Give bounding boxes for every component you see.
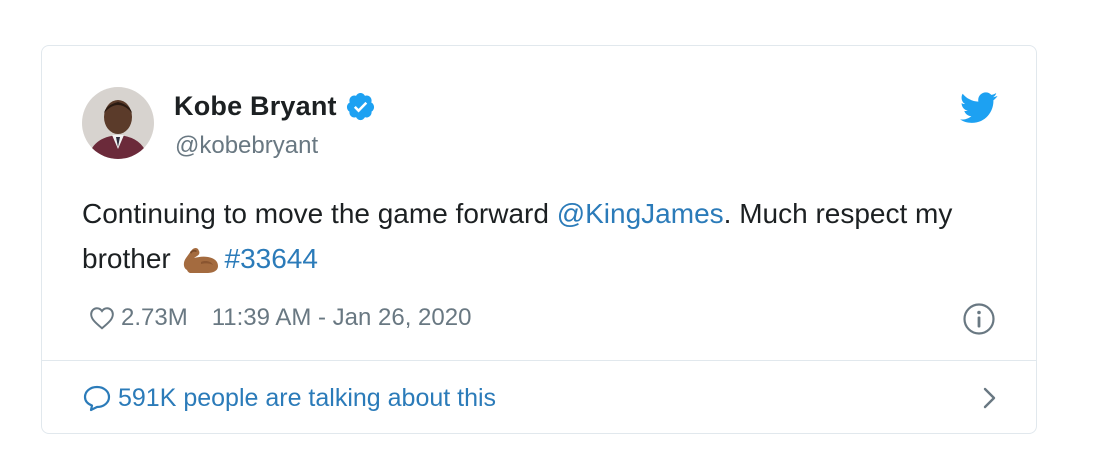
author-handle[interactable]: @kobebryant xyxy=(175,131,318,161)
tweet-text-part: Continuing to move the game forward xyxy=(82,198,557,229)
avatar[interactable] xyxy=(82,87,154,159)
flexed-biceps-icon xyxy=(183,247,218,273)
mention-link[interactable]: @KingJames xyxy=(557,198,724,229)
verified-badge-icon xyxy=(346,92,374,120)
info-icon[interactable] xyxy=(962,302,996,336)
speech-bubble-icon xyxy=(83,385,111,412)
author-name[interactable]: Kobe Bryant xyxy=(174,90,337,122)
twitter-bird-icon[interactable] xyxy=(960,92,998,124)
timestamp-link[interactable]: 11:39 AM - Jan 26, 2020 xyxy=(212,304,472,332)
divider xyxy=(42,360,1036,361)
tweet-card[interactable]: Kobe Bryant @kobebryant Continuing to mo… xyxy=(41,45,1037,434)
chevron-right-icon[interactable] xyxy=(980,384,1000,412)
conversation-label[interactable]: 591K people are talking about this xyxy=(118,384,496,413)
tweet-text: Continuing to move the game forward @Kin… xyxy=(82,191,962,281)
like-count[interactable]: 2.73M xyxy=(121,304,188,332)
conversation-link[interactable]: 591K people are talking about this xyxy=(82,380,1000,416)
heart-icon[interactable] xyxy=(89,306,115,330)
hashtag-link[interactable]: #33644 xyxy=(225,243,318,274)
